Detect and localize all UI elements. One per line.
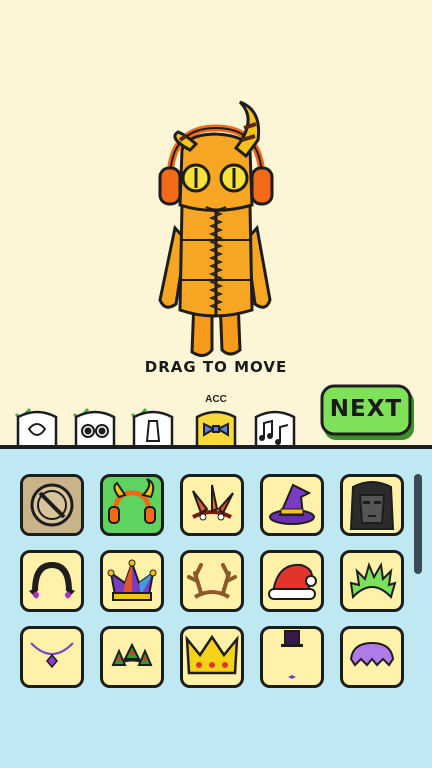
none-icon xyxy=(23,477,81,533)
purple-necklace-icon xyxy=(30,642,74,669)
item-headphones-horns[interactable] xyxy=(100,474,164,536)
next-button[interactable]: NEXT xyxy=(320,384,416,442)
item-holly-headband[interactable] xyxy=(100,626,164,688)
purple-wig-icon xyxy=(349,641,395,667)
item-purple-necklace[interactable] xyxy=(20,626,84,688)
drag-hint-label: DRAG TO MOVE xyxy=(144,358,288,376)
black-bow-headband-icon xyxy=(29,561,75,599)
item-jester-hat[interactable] xyxy=(100,550,164,612)
tab-accessories-label: ACC xyxy=(205,394,227,405)
item-feather-headband[interactable] xyxy=(180,474,244,536)
item-top-hat[interactable] xyxy=(260,626,324,688)
santa-hat-icon xyxy=(268,563,317,600)
next-button-label: NEXT xyxy=(329,396,403,422)
jester-hat-icon xyxy=(107,559,157,601)
squid-mask-icon xyxy=(349,481,395,530)
witch-hat-icon xyxy=(269,483,315,525)
crown-icon xyxy=(185,634,239,675)
item-purple-wig[interactable] xyxy=(340,626,404,688)
item-santa-hat[interactable] xyxy=(260,550,324,612)
item-witch-hat[interactable] xyxy=(260,474,324,536)
item-black-bow-headband[interactable] xyxy=(20,550,84,612)
panel-scrollbar[interactable] xyxy=(414,474,422,574)
antlers-headband-icon xyxy=(187,563,237,599)
character-stage[interactable] xyxy=(0,0,432,400)
green-spiky-hair-icon xyxy=(349,561,397,600)
item-antlers-headband[interactable] xyxy=(180,550,244,612)
item-squid-mask[interactable] xyxy=(340,474,404,536)
top-hat-icon xyxy=(281,630,303,679)
item-green-spiky-hair[interactable] xyxy=(340,550,404,612)
feather-headband-icon xyxy=(192,484,234,521)
item-crown[interactable] xyxy=(180,626,244,688)
item-none[interactable] xyxy=(20,474,84,536)
headphones-horns-icon xyxy=(108,478,156,524)
holly-headband-icon xyxy=(111,642,153,667)
character[interactable] xyxy=(0,0,432,400)
